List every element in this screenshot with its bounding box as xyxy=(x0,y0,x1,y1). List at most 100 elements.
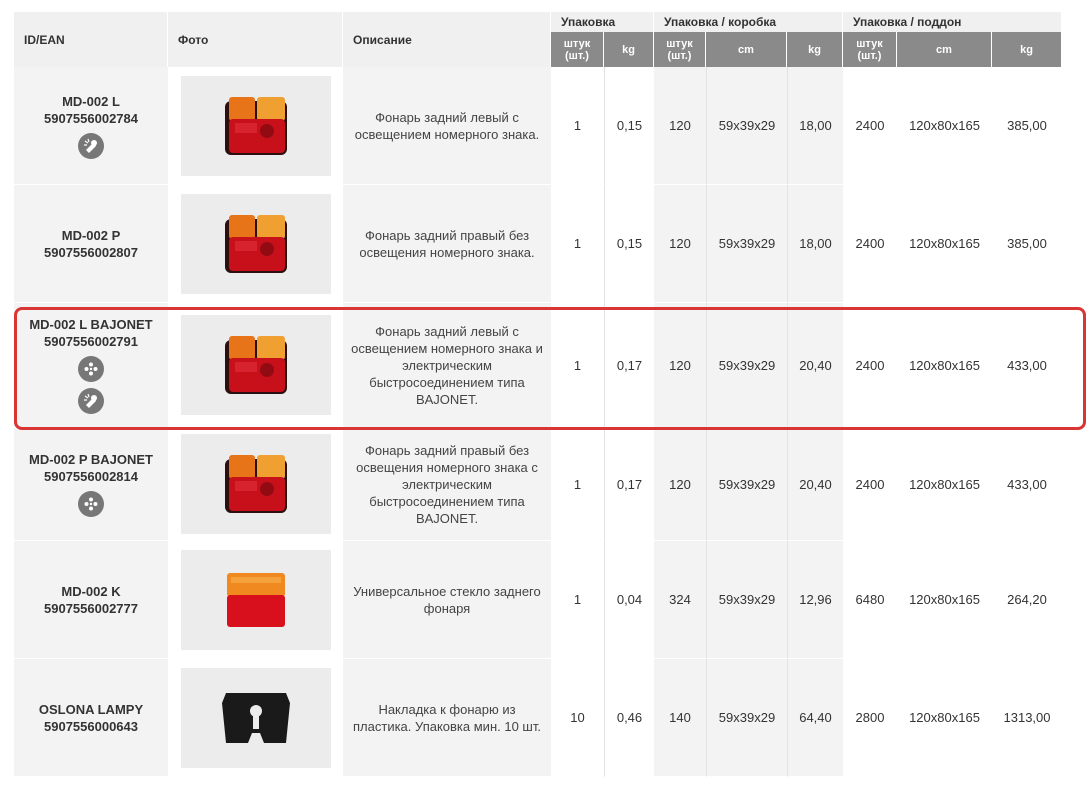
pallet-kg-cell: 385,00 xyxy=(992,67,1062,185)
table-row[interactable]: MD-002 L BAJONET 5907556002791 Фонарь за… xyxy=(14,303,1062,428)
box-pcs-cell: 140 xyxy=(654,659,706,777)
photo-cell xyxy=(168,67,343,185)
pack-pcs-cell: 1 xyxy=(551,67,604,185)
product-ean: 5907556002784 xyxy=(44,110,138,126)
box-kg-cell: 18,00 xyxy=(787,67,843,185)
tail-lamp-image xyxy=(224,455,287,513)
product-photo[interactable] xyxy=(180,549,331,650)
product-ean: 5907556002791 xyxy=(44,334,138,349)
table-row[interactable]: MD-002 L 5907556002784 Фонарь задний лев… xyxy=(14,67,1062,185)
pack-pcs-cell: 10 xyxy=(551,659,604,777)
product-code[interactable]: MD-002 P BAJONET xyxy=(14,451,168,468)
tail-lamp-image xyxy=(224,214,287,273)
pallet-cm-cell: 120x80x165 xyxy=(897,185,992,303)
photo-cell xyxy=(168,659,343,777)
product-description: Фонарь задний правый без освещения номер… xyxy=(356,442,538,526)
id-cell: MD-002 P 5907556002807 xyxy=(14,185,168,303)
box-cm-cell: 59x39x29 xyxy=(706,67,787,185)
box-kg-cell: 18,00 xyxy=(787,185,843,303)
pallet-cm-cell: 120x80x165 xyxy=(897,67,992,185)
header-pallet-pcs: штук (шт.) xyxy=(843,32,897,67)
table-row[interactable]: MD-002 K 5907556002777 Универсальное сте… xyxy=(14,541,1062,659)
box-pcs-cell: 120 xyxy=(654,67,706,185)
product-ean: 5907556000643 xyxy=(44,718,138,734)
header-pallet-cm: cm xyxy=(897,32,992,67)
pack-kg-cell: 0,04 xyxy=(604,541,654,659)
product-photo[interactable] xyxy=(180,667,331,768)
table-header: ID/EAN Фото Описание Упаковка Упаковка /… xyxy=(14,12,1062,67)
product-ean: 5907556002777 xyxy=(44,600,138,616)
pallet-kg-cell: 1313,00 xyxy=(992,659,1062,777)
box-pcs-cell: 120 xyxy=(654,428,706,541)
id-cell: MD-002 L BAJONET 5907556002791 xyxy=(14,303,168,428)
pallet-pcs-cell: 2400 xyxy=(843,303,897,428)
description-cell: Универсальное стекло заднего фонаря xyxy=(343,541,551,659)
pack-pcs-cell: 1 xyxy=(551,185,604,303)
product-description: Накладка к фонарю из пластика. Упаковка … xyxy=(353,701,541,734)
pallet-pcs-cell: 6480 xyxy=(843,541,897,659)
box-kg-cell: 64,40 xyxy=(787,659,843,777)
product-photo[interactable] xyxy=(180,315,331,415)
product-description: Фонарь задний правый без освещения номер… xyxy=(359,227,535,260)
lamp-icon[interactable] xyxy=(78,132,104,159)
description-cell: Фонарь задний правый без освещения номер… xyxy=(343,428,551,541)
product-description: Фонарь задний левый с освещением номерно… xyxy=(351,323,543,407)
product-table: ID/EAN Фото Описание Упаковка Упаковка /… xyxy=(14,12,1062,777)
id-cell: MD-002 P BAJONET 5907556002814 xyxy=(14,428,168,541)
photo-cell xyxy=(168,428,343,541)
header-group-box: Упаковка / коробка xyxy=(654,12,843,32)
pack-kg-cell: 0,17 xyxy=(604,303,654,428)
pack-pcs-cell: 1 xyxy=(551,541,604,659)
product-code[interactable]: MD-002 L xyxy=(14,93,168,110)
pack-pcs-cell: 1 xyxy=(551,428,604,541)
lamp-icon[interactable] xyxy=(78,388,104,414)
id-cell: MD-002 K 5907556002777 xyxy=(14,541,168,659)
table-body: MD-002 L 5907556002784 Фонарь задний лев… xyxy=(14,67,1062,777)
box-cm-cell: 59x39x29 xyxy=(706,541,787,659)
header-pallet-kg: kg xyxy=(992,32,1062,67)
pallet-pcs-cell: 2400 xyxy=(843,428,897,541)
product-ean: 5907556002814 xyxy=(44,469,138,484)
table-row[interactable]: MD-002 P 5907556002807 Фонарь задний пра… xyxy=(14,185,1062,303)
pack-kg-cell: 0,17 xyxy=(604,428,654,541)
box-pcs-cell: 324 xyxy=(654,541,706,659)
header-group-pack: Упаковка xyxy=(551,12,654,32)
header-box-kg: kg xyxy=(787,32,843,67)
connector-icon[interactable] xyxy=(78,356,104,382)
pack-kg-cell: 0,15 xyxy=(604,185,654,303)
description-cell: Накладка к фонарю из пластика. Упаковка … xyxy=(343,659,551,777)
header-group-pallet: Упаковка / поддон xyxy=(843,12,1062,32)
connector-icon[interactable] xyxy=(78,491,104,517)
product-code[interactable]: OSLONA LAMPY xyxy=(14,701,168,718)
lamp-glass-image xyxy=(226,572,285,627)
product-description: Фонарь задний левый с освещением номерно… xyxy=(354,109,540,142)
product-code[interactable]: MD-002 K xyxy=(14,583,168,600)
product-photo[interactable] xyxy=(180,193,331,294)
header-pack-kg: kg xyxy=(604,32,654,67)
pallet-pcs-cell: 2800 xyxy=(843,659,897,777)
lamp-cover-image xyxy=(221,692,290,743)
description-cell: Фонарь задний правый без освещения номер… xyxy=(343,185,551,303)
box-kg-cell: 20,40 xyxy=(787,303,843,428)
pallet-cm-cell: 120x80x165 xyxy=(897,541,992,659)
product-table-view: ID/EAN Фото Описание Упаковка Упаковка /… xyxy=(0,0,1092,801)
product-photo[interactable] xyxy=(180,434,331,534)
pallet-kg-cell: 385,00 xyxy=(992,185,1062,303)
id-cell: MD-002 L 5907556002784 xyxy=(14,67,168,185)
table-row[interactable]: OSLONA LAMPY 5907556000643 Накладка к фо… xyxy=(14,659,1062,777)
pallet-cm-cell: 120x80x165 xyxy=(897,303,992,428)
product-photo[interactable] xyxy=(180,75,331,176)
product-description: Универсальное стекло заднего фонаря xyxy=(353,583,541,616)
tail-lamp-image xyxy=(224,336,287,394)
box-pcs-cell: 120 xyxy=(654,303,706,428)
header-box-pcs: штук (шт.) xyxy=(654,32,706,67)
description-cell: Фонарь задний левый с освещением номерно… xyxy=(343,67,551,185)
box-kg-cell: 20,40 xyxy=(787,428,843,541)
product-code[interactable]: MD-002 P xyxy=(14,227,168,244)
pallet-kg-cell: 433,00 xyxy=(992,303,1062,428)
table-row[interactable]: MD-002 P BAJONET 5907556002814 Фонарь за… xyxy=(14,428,1062,541)
pallet-cm-cell: 120x80x165 xyxy=(897,659,992,777)
header-id-ean: ID/EAN xyxy=(14,12,168,67)
tail-lamp-image xyxy=(224,96,287,155)
product-code[interactable]: MD-002 L BAJONET xyxy=(14,316,168,333)
